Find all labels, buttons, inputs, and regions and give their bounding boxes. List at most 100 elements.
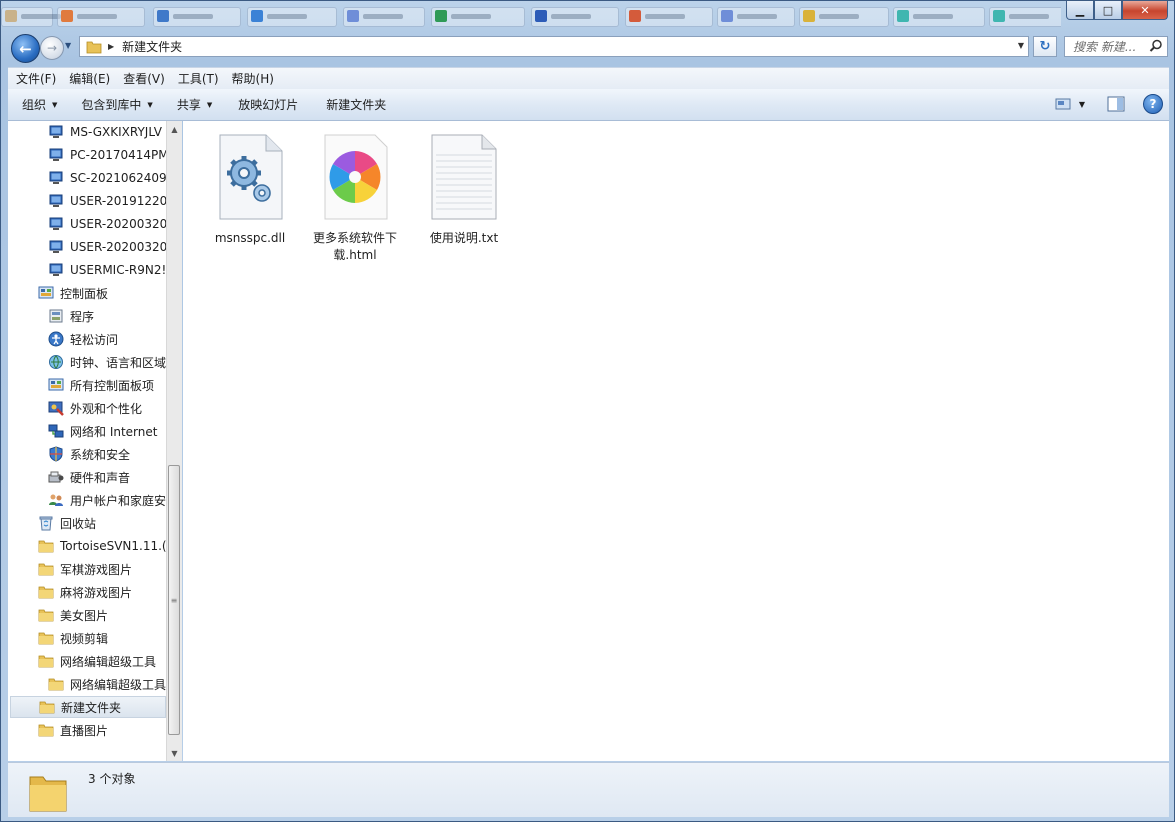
nav-item-computer[interactable]: USERMIC-R9N2! (48, 259, 166, 281)
file-name: 使用说明.txt (429, 231, 499, 245)
nav-item-label: PC-20170414PM (70, 148, 166, 162)
refresh-button[interactable]: ↻ (1033, 36, 1057, 57)
nav-item-computer[interactable]: MS-GXKIXRYJLV (48, 121, 162, 143)
blurred-tab (247, 7, 337, 27)
nav-item-computer[interactable]: USER-20191220I (48, 190, 166, 212)
blurred-tab (153, 7, 241, 27)
share-button[interactable]: 共享 ▼ (177, 96, 212, 113)
file-item[interactable]: 使用说明.txt (414, 133, 514, 247)
navigation-bar: ← → ▼ ▶ 新建文件夹 ▼ ↻ 搜索 新建... (7, 33, 1169, 63)
nav-item-clock-language[interactable]: 时钟、语言和区域 (48, 351, 166, 373)
address-dropdown-icon[interactable]: ▼ (1018, 41, 1024, 50)
nav-item-label: 系统和安全 (70, 447, 131, 462)
search-box[interactable]: 搜索 新建... (1064, 36, 1168, 57)
nav-item-folder[interactable]: 网络编辑超级工具 (38, 650, 156, 672)
file-item[interactable]: msnsspc.dll (200, 133, 300, 247)
include-in-library-label: 包含到库中 (81, 98, 142, 112)
computer-icon (49, 125, 63, 138)
folder-icon (29, 776, 67, 812)
control-panel-icon (38, 286, 54, 299)
change-view-icon[interactable] (1055, 97, 1071, 111)
close-button[interactable]: ✕ (1122, 1, 1168, 20)
back-arrow-icon: ← (19, 39, 32, 58)
chevron-down-icon: ▼ (147, 100, 153, 109)
nav-item-folder[interactable]: 美女图片 (38, 604, 108, 626)
nav-item-folder[interactable]: 麻将游戏图片 (38, 581, 132, 603)
minimize-button[interactable]: ▁ (1066, 1, 1094, 20)
help-icon[interactable]: ? (1143, 94, 1163, 114)
nav-item-label: 网络编辑超级工具 (70, 677, 166, 692)
nav-item-label: MS-GXKIXRYJLV (70, 125, 162, 139)
programs-icon (49, 309, 63, 323)
browser-html-icon (324, 134, 388, 220)
nav-item-label: TortoiseSVN1.11.( (60, 539, 166, 553)
nav-item-folder[interactable]: TortoiseSVN1.11.( (38, 535, 166, 557)
nav-pane-scrollbar[interactable]: ▲ ≡ ▼ (166, 121, 182, 761)
navigation-pane: MS-GXKIXRYJLV PC-20170414PM SC-202106240… (8, 121, 166, 761)
dll-settings-icon (219, 134, 283, 220)
nav-item-folder[interactable]: 视频剪辑 (38, 627, 108, 649)
control-panel-items-icon (48, 378, 64, 391)
recycle-bin-icon (39, 516, 53, 531)
nav-item-folder[interactable]: 网络编辑超级工具 (48, 673, 166, 695)
nav-item-folder[interactable]: 直播图片 (38, 719, 108, 741)
chevron-down-icon: ▼ (52, 100, 58, 109)
menu-help[interactable]: 帮助(H) (227, 70, 279, 87)
nav-item-computer[interactable]: USER-20200320( (48, 236, 166, 258)
address-bar[interactable]: ▶ 新建文件夹 ▼ (79, 36, 1029, 57)
file-name: msnsspc.dll (214, 231, 286, 245)
scrollbar-thumb[interactable]: ≡ (168, 465, 180, 735)
nav-item-folder-selected[interactable]: 新建文件夹 (10, 696, 166, 718)
menu-view[interactable]: 查看(V) (118, 70, 170, 87)
nav-item-recycle-bin[interactable]: 回收站 (38, 512, 96, 534)
include-in-library-button[interactable]: 包含到库中 ▼ (81, 96, 152, 113)
nav-item-computer[interactable]: SC-20210624091 (48, 167, 166, 189)
nav-item-label: 直播图片 (60, 723, 109, 738)
folder-icon (38, 632, 54, 645)
nav-item-programs[interactable]: 程序 (48, 305, 94, 327)
nav-item-network[interactable]: 网络和 Internet (48, 420, 157, 442)
organize-button[interactable]: 组织 ▼ (22, 96, 57, 113)
scroll-down-icon[interactable]: ▼ (167, 745, 182, 761)
recent-pages-dropdown[interactable]: ▼ (65, 41, 71, 50)
text-file-icon (431, 134, 497, 220)
menu-edit[interactable]: 编辑(E) (64, 70, 115, 87)
breadcrumb-current[interactable]: 新建文件夹 (122, 38, 182, 55)
caption-buttons: ▁ □ ✕ (1066, 1, 1168, 21)
folder-icon (38, 655, 54, 668)
computer-icon (49, 263, 63, 276)
menu-tools[interactable]: 工具(T) (173, 70, 224, 87)
search-placeholder[interactable]: 搜索 新建... (1073, 38, 1136, 55)
blurred-tab (989, 7, 1061, 27)
nav-item-label: 新建文件夹 (61, 700, 122, 715)
nav-item-computer[interactable]: USER-20200320. (48, 213, 166, 235)
nav-item-system-security[interactable]: 系统和安全 (48, 443, 130, 465)
maximize-button[interactable]: □ (1094, 1, 1122, 20)
forward-arrow-icon: → (46, 41, 58, 55)
nav-item-all-control-panel-items[interactable]: 所有控制面板项 (48, 374, 154, 396)
new-folder-button[interactable]: 新建文件夹 (326, 96, 386, 113)
nav-item-label: 网络和 Internet (70, 424, 158, 439)
nav-item-folder[interactable]: 军棋游戏图片 (38, 558, 132, 580)
chevron-down-icon: ▼ (206, 100, 213, 109)
nav-item-hardware-sound[interactable]: 硬件和声音 (48, 466, 130, 488)
nav-item-computer[interactable]: PC-20170414PM (48, 144, 166, 166)
menu-file[interactable]: 文件(F) (11, 70, 61, 87)
forward-button[interactable]: → (40, 36, 64, 60)
nav-item-user-accounts[interactable]: 用户帐户和家庭安 (48, 489, 166, 511)
breadcrumb-separator-icon[interactable]: ▶ (108, 42, 114, 51)
nav-item-control-panel[interactable]: 控制面板 (38, 282, 108, 304)
back-button[interactable]: ← (11, 34, 40, 63)
slideshow-button[interactable]: 放映幻灯片 (238, 96, 298, 113)
folder-icon (48, 678, 64, 691)
nav-item-appearance[interactable]: 外观和个性化 (48, 397, 142, 419)
file-item[interactable]: 更多系统软件下载.html (305, 133, 405, 264)
search-icon[interactable] (1149, 39, 1163, 53)
view-options-dropdown-icon[interactable]: ▼ (1079, 100, 1085, 109)
nav-item-label: 美女图片 (60, 608, 109, 623)
scroll-up-icon[interactable]: ▲ (167, 121, 182, 137)
item-count: 3 个对象 (88, 772, 136, 786)
organize-label: 组织 (22, 98, 47, 112)
nav-item-ease-of-access[interactable]: 轻松访问 (48, 328, 118, 350)
preview-pane-icon[interactable] (1107, 96, 1125, 112)
